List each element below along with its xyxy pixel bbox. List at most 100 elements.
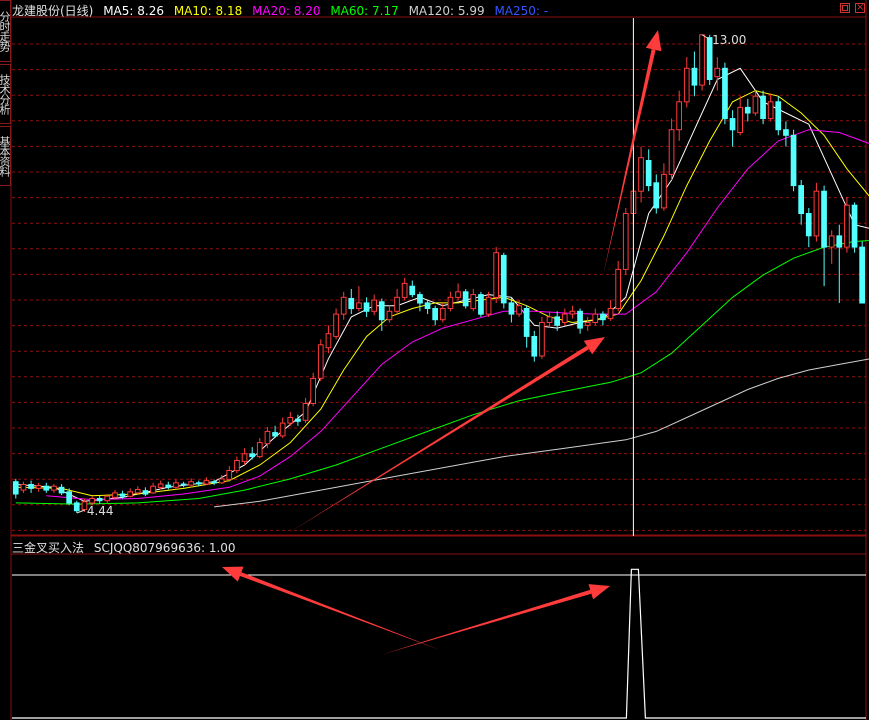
candle [279, 417, 286, 439]
candle [661, 163, 667, 211]
candle [775, 96, 782, 136]
candle [478, 291, 484, 317]
candle-body [325, 333, 332, 349]
candle-body [661, 173, 667, 209]
candle-body [432, 308, 438, 321]
candle [150, 482, 156, 494]
candle-body [790, 134, 797, 187]
candle-body [813, 190, 820, 237]
candle [386, 305, 393, 323]
candle [836, 224, 843, 303]
candle [561, 308, 568, 326]
ma250-label: MA250: - [494, 4, 549, 18]
candle-body [142, 490, 149, 495]
candle [432, 305, 438, 326]
candle [439, 302, 446, 323]
candle-body [356, 302, 362, 309]
candle-body [287, 417, 294, 424]
candle-body [615, 268, 621, 309]
arrow-shaft [380, 589, 592, 655]
candle [828, 230, 835, 264]
candle [241, 448, 248, 465]
candle-body [89, 498, 95, 504]
candle-body [470, 294, 477, 310]
candle-body [340, 296, 347, 315]
tab-technical-analysis[interactable]: 技术分析 [0, 64, 11, 124]
candle [500, 252, 507, 309]
candle [51, 484, 57, 493]
candle-body [211, 481, 217, 484]
candle [539, 316, 545, 359]
candle-body [508, 302, 515, 315]
indicator-name: 三金叉买入法 [12, 541, 85, 555]
candle [424, 300, 431, 315]
candle [226, 466, 233, 482]
candle-body [455, 291, 461, 298]
restore-icon[interactable] [840, 3, 850, 13]
candle [165, 481, 172, 490]
candle [127, 488, 134, 498]
candle [58, 484, 65, 496]
candle [470, 289, 477, 312]
tab-basic-info[interactable]: 基本资料 [0, 126, 11, 186]
candle [584, 316, 591, 331]
candle-body [851, 204, 858, 248]
ma60-line [15, 239, 869, 505]
candle [622, 208, 629, 275]
candle-body [584, 322, 591, 326]
ma120-label: MA120: 5.99 [408, 4, 485, 18]
candle-body [485, 296, 492, 315]
candle-body [844, 204, 850, 248]
candle-body [302, 403, 309, 421]
candle-body [20, 484, 27, 491]
candle [722, 62, 728, 125]
candle-body [561, 313, 568, 324]
candle-body [279, 422, 286, 437]
candle [767, 93, 774, 122]
candle-body [653, 182, 660, 209]
candle [340, 291, 347, 320]
candle [325, 325, 332, 354]
candle [12, 478, 19, 499]
candle-body [348, 298, 355, 310]
candle [577, 308, 583, 334]
candle [699, 34, 705, 91]
candle-body [226, 470, 233, 480]
annotation-arrows [222, 30, 662, 655]
ma60-label: MA60: 7.17 [330, 4, 399, 18]
candle-body [66, 491, 73, 504]
candle-body [767, 101, 774, 120]
candle-body [836, 235, 843, 248]
close-icon[interactable]: × [855, 3, 865, 13]
candle [310, 372, 316, 407]
candle-body [173, 482, 179, 488]
arrow-shaft [290, 345, 589, 532]
candle-body [622, 213, 629, 270]
candle-body [363, 302, 370, 312]
candle-body [828, 235, 835, 248]
candle [348, 289, 355, 315]
candle-body [58, 486, 65, 494]
candle [462, 289, 469, 309]
candle-body [760, 95, 766, 119]
ma20-line [46, 129, 869, 501]
candle-body [493, 252, 499, 298]
kline-chart[interactable]: 13.00 4.44 [0, 0, 869, 720]
candle-body [645, 160, 652, 187]
candle-body [546, 316, 553, 323]
candle-body [569, 310, 576, 315]
candle-body [539, 322, 545, 357]
arrow-head [588, 584, 610, 600]
candle [600, 311, 606, 326]
candle-body [157, 483, 164, 488]
arrow-head [583, 337, 605, 355]
candle-body [165, 484, 172, 488]
candle [417, 291, 423, 312]
arrow-head [222, 566, 244, 582]
candle-body [462, 291, 469, 307]
candle-body [607, 308, 614, 320]
price-labels: 13.00 4.44 [87, 33, 747, 518]
candle-body [386, 310, 393, 321]
candle [607, 300, 614, 321]
tab-time-sharing[interactable]: 分时走势 [0, 0, 11, 62]
